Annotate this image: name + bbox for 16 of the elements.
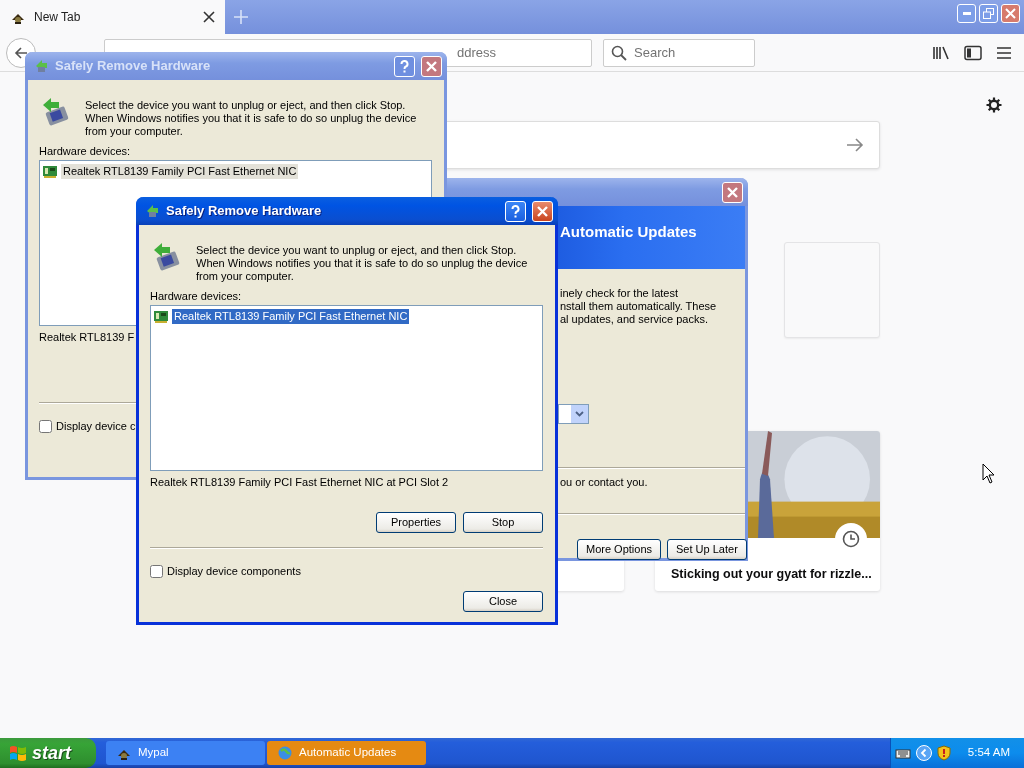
window-title: Safely Remove Hardware	[166, 202, 323, 221]
instructions-text: Select the device you want to unplug or eject, and then click Stop. When Windows notifies you that it is safe to do so unplug the device from your computer.	[85, 99, 418, 138]
list-label: Hardware devices:	[39, 144, 132, 158]
checkbox-label: Display device c	[56, 419, 136, 434]
list-label: Hardware devices:	[150, 289, 243, 303]
instructions-text: Select the device you want to unplug or eject, and then click Stop. When Windows notifies you that it is safe to do so unplug the device from your computer.	[196, 244, 529, 283]
checkbox-label: Display device components	[167, 564, 301, 579]
note-text: ou or contact you.	[560, 476, 649, 489]
device-detail: Realtek RTL8139 Family PCI Fast Ethernet NIC at PCI Slot 2	[150, 475, 450, 489]
description-line: al updates, and service packs.	[560, 313, 709, 326]
window-title: Safely Remove Hardware	[55, 57, 212, 76]
description-line: nstall them automatically. These	[560, 300, 718, 313]
clock-text: 5:54 AM	[967, 745, 1010, 761]
device-detail: Realtek RTL8139 F	[39, 330, 136, 344]
description-line: inely check for the latest	[560, 287, 679, 300]
dialog-header: Automatic Updates	[560, 222, 698, 242]
